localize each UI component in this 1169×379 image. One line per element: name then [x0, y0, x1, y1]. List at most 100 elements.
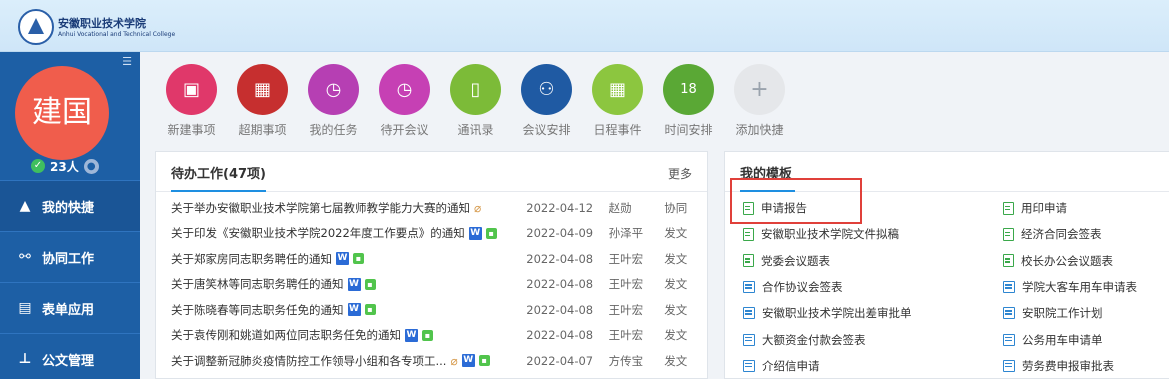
quick-meeting-plan[interactable]: ⚇ 会议安排 — [511, 64, 582, 138]
todo-row[interactable]: 关于印发《安徽职业技术学院2022年度工作要点》的通知 W ▪ 2022-04-09 孙… — [171, 221, 694, 247]
todo-person: 王叶宏 — [608, 251, 644, 266]
more-link[interactable]: 更多 — [668, 165, 692, 182]
template-label[interactable]: 合作协议会签表 — [762, 279, 843, 295]
template-label[interactable]: 申请报告 — [761, 200, 807, 216]
share-icon: ⚯ — [19, 249, 31, 265]
wechat-icon: ▪ — [364, 278, 376, 290]
quick-label: 超期事项 — [238, 123, 287, 137]
meeting-plan-icon[interactable]: ⚇ — [521, 64, 572, 115]
todo-title[interactable]: 关于陈晓春等同志职务任免的通知 — [171, 302, 344, 318]
template-label[interactable]: 学院大客车用车申请表 — [1022, 279, 1137, 295]
template-item[interactable]: 党委会议题表 — [743, 248, 1003, 274]
todo-title[interactable]: 关于调整新冠肺炎疫情防控工作领导小组和各专项工... — [171, 353, 446, 369]
templates-panel-title[interactable]: 我的模板 — [740, 163, 792, 182]
template-item[interactable]: 学院大客车用车申请表 — [1003, 274, 1163, 300]
todo-title-cell[interactable]: 关于袁传刚和姚道如两位同志职务任免的通知 W ▪ — [171, 327, 526, 343]
todo-title[interactable]: 关于印发《安徽职业技术学院2022年度工作要点》的通知 — [171, 225, 465, 241]
template-item[interactable]: 大额资金付款会签表 — [743, 326, 1003, 352]
template-item[interactable]: 合作协议会签表 — [743, 274, 1003, 300]
template-label[interactable]: 安徽职业技术学院出差审批单 — [762, 305, 912, 321]
contacts-icon[interactable]: ▯ — [450, 64, 501, 115]
template-item[interactable]: 用印申请 — [1003, 195, 1163, 221]
todo-row[interactable]: 关于袁传刚和姚道如两位同志职务任免的通知 W ▪ 2022-04-08 王叶宏 发文 — [171, 323, 694, 349]
form-icon — [1003, 359, 1015, 372]
quick-label: 新建事项 — [167, 123, 216, 137]
person-icon[interactable]: ● — [83, 158, 99, 174]
todo-title[interactable]: 关于郑家房同志职务聘任的通知 — [171, 251, 332, 267]
template-label[interactable]: 安职院工作计划 — [1022, 305, 1103, 321]
sidebar-item-collaboration[interactable]: ⚯ 协同工作 — [0, 231, 140, 282]
todo-row[interactable]: 关于举办安徽职业技术学院第七届教师教学能力大赛的通知 ⌀ 2022-04-12 赵勋 协… — [171, 195, 694, 221]
table-icon: ▤ — [18, 300, 32, 316]
sidebar: ☰ 建国 ✓ 23人 ● ▲ 我的快捷 ⚯ 协同工作 ▤ 表单应用 ⊥ 公文管理 — [0, 52, 140, 379]
template-item[interactable]: 校长办公会议题表 — [1003, 248, 1163, 274]
todo-title[interactable]: 关于举办安徽职业技术学院第七届教师教学能力大赛的通知 — [171, 200, 470, 216]
sidebar-item-label: 公文管理 — [42, 353, 95, 369]
menu-toggle-icon[interactable]: ☰ — [120, 56, 134, 68]
todo-title-cell[interactable]: 关于举办安徽职业技术学院第七届教师教学能力大赛的通知 ⌀ — [171, 200, 526, 216]
todo-title-cell[interactable]: 关于唐笑林等同志职务聘任的通知 W ▪ — [171, 276, 526, 292]
school-name: 安徽职业技术学院 — [58, 17, 146, 30]
task-icon[interactable]: ◷ — [308, 64, 359, 115]
todo-title[interactable]: 关于袁传刚和姚道如两位同志职务任免的通知 — [171, 327, 401, 343]
template-label[interactable]: 用印申请 — [1021, 200, 1067, 216]
quick-overdue-items[interactable]: ▦ 超期事项 — [227, 64, 298, 138]
todo-title[interactable]: 关于唐笑林等同志职务聘任的通知 — [171, 276, 344, 292]
template-item[interactable]: 经济合同会签表 — [1003, 221, 1163, 247]
online-count[interactable]: 23人 — [50, 158, 79, 175]
template-item[interactable]: 申请报告 — [743, 195, 1003, 221]
overdue-icon[interactable]: ▦ — [237, 64, 288, 115]
form-icon — [743, 307, 755, 320]
quick-add-shortcut[interactable]: + 添加快捷 — [724, 64, 795, 138]
templates-panel-header: 我的模板 — [725, 152, 1169, 192]
calendar-18-icon[interactable]: 18 — [663, 64, 714, 115]
todo-panel-title[interactable]: 待办工作(47项) — [171, 163, 266, 182]
calendar-icon[interactable]: ▦ — [592, 64, 643, 115]
todo-person: 赵勋 — [608, 200, 632, 215]
todo-title-cell[interactable]: 关于调整新冠肺炎疫情防控工作领导小组和各专项工... ⌀ W ▪ — [171, 353, 526, 369]
todo-title-cell[interactable]: 关于郑家房同志职务聘任的通知 W ▪ — [171, 251, 526, 267]
sidebar-item-my-shortcuts[interactable]: ▲ 我的快捷 — [0, 180, 140, 231]
sidebar-item-form-apps[interactable]: ▤ 表单应用 — [0, 282, 140, 333]
template-label[interactable]: 公务用车申请单 — [1022, 332, 1103, 348]
quick-pending-meetings[interactable]: ◷ 待开会议 — [369, 64, 440, 138]
template-item[interactable]: 安徽职业技术学院出差审批单 — [743, 300, 1003, 326]
plus-icon[interactable]: + — [734, 64, 785, 115]
template-label[interactable]: 大额资金付款会签表 — [762, 332, 866, 348]
template-item[interactable]: 公务用车申请单 — [1003, 326, 1163, 352]
quick-contacts[interactable]: ▯ 通讯录 — [440, 64, 511, 138]
quick-my-tasks[interactable]: ◷ 我的任务 — [298, 64, 369, 138]
todo-date: 2022-04-08 — [526, 328, 594, 343]
template-item[interactable]: 安职院工作计划 — [1003, 300, 1163, 326]
template-label[interactable]: 经济合同会签表 — [1021, 226, 1102, 242]
template-label[interactable]: 党委会议题表 — [761, 253, 830, 269]
todo-title-cell[interactable]: 关于陈晓春等同志职务任免的通知 W ▪ — [171, 302, 526, 318]
meeting-icon[interactable]: ◷ — [379, 64, 430, 115]
avatar[interactable]: 建国 — [15, 66, 109, 160]
sidebar-item-document-management[interactable]: ⊥ 公文管理 — [0, 333, 140, 379]
template-label[interactable]: 校长办公会议题表 — [1021, 253, 1113, 269]
todo-type: 发文 — [664, 226, 688, 241]
new-item-icon[interactable]: ▣ — [166, 64, 217, 115]
quick-new-item[interactable]: ▣ 新建事项 — [156, 64, 227, 138]
quick-schedule-events[interactable]: ▦ 日程事件 — [582, 64, 653, 138]
template-label[interactable]: 介绍信申请 — [762, 358, 820, 374]
template-label[interactable]: 劳务费申报审批表 — [1022, 358, 1114, 374]
school-logo-icon[interactable] — [18, 9, 54, 45]
template-item[interactable]: 劳务费申报审批表 — [1003, 353, 1163, 379]
quick-time-arrangement[interactable]: 18 时间安排 — [653, 64, 724, 138]
todo-row[interactable]: 关于唐笑林等同志职务聘任的通知 W ▪ 2022-04-08 王叶宏 发文 — [171, 272, 694, 298]
todo-title-cell[interactable]: 关于印发《安徽职业技术学院2022年度工作要点》的通知 W ▪ — [171, 225, 526, 241]
template-label[interactable]: 安徽职业技术学院文件拟稿 — [761, 226, 899, 242]
todo-row[interactable]: 关于陈晓春等同志职务任免的通知 W ▪ 2022-04-08 王叶宏 发文 — [171, 297, 694, 323]
word-doc-icon: W — [347, 303, 361, 317]
wechat-icon: ▪ — [478, 355, 490, 367]
quick-label: 日程事件 — [593, 123, 642, 137]
quick-label: 添加快捷 — [735, 123, 784, 137]
sidebar-item-label: 我的快捷 — [42, 200, 95, 216]
template-item[interactable]: 介绍信申请 — [743, 353, 1003, 379]
template-item[interactable]: 安徽职业技术学院文件拟稿 — [743, 221, 1003, 247]
todo-row[interactable]: 关于调整新冠肺炎疫情防控工作领导小组和各专项工... ⌀ W ▪ 2022-04-07 方… — [171, 348, 694, 374]
todo-person: 王叶宏 — [608, 328, 644, 343]
todo-row[interactable]: 关于郑家房同志职务聘任的通知 W ▪ 2022-04-08 王叶宏 发文 — [171, 246, 694, 272]
